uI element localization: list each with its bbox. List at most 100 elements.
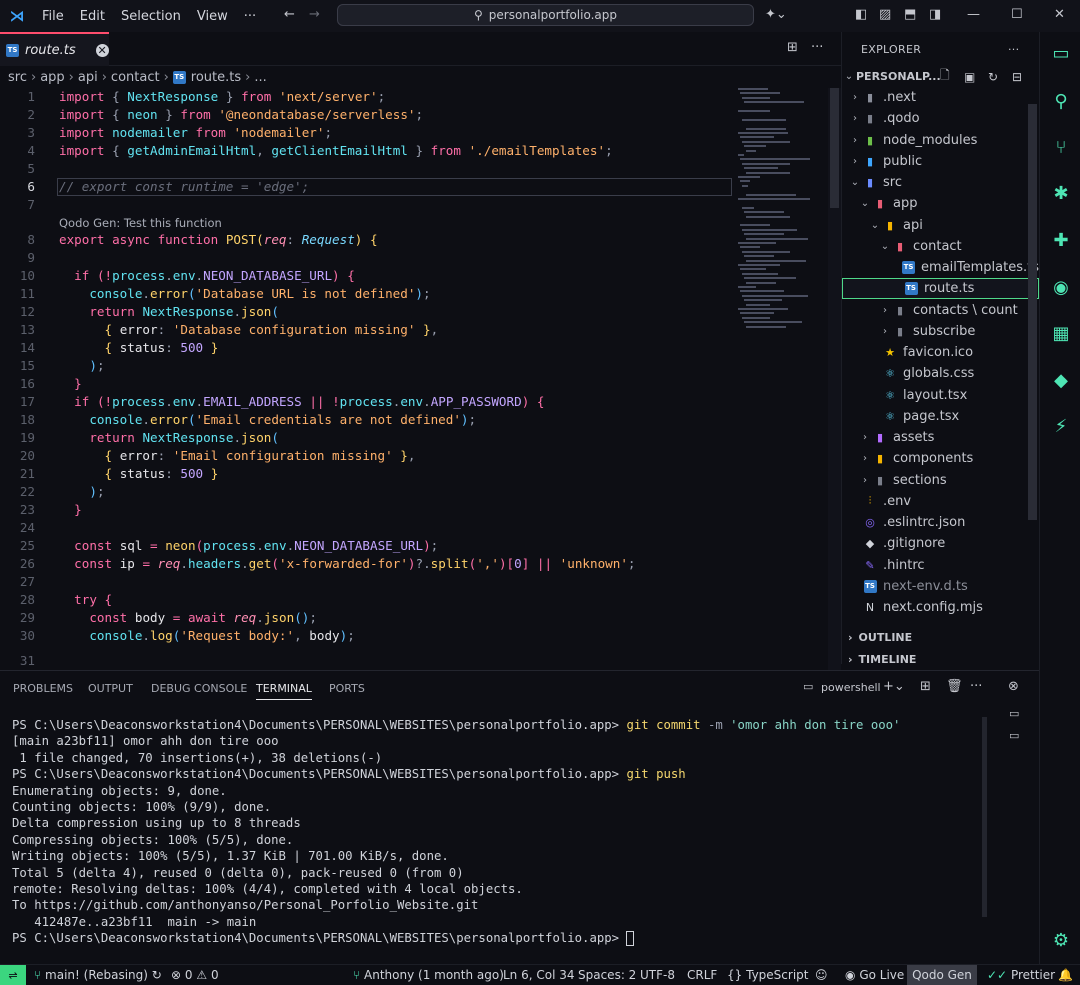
breadcrumb-api[interactable]: api (78, 70, 98, 85)
lightning-icon[interactable]: ⚡ (1048, 413, 1074, 439)
minimap[interactable] (738, 88, 828, 338)
refresh-icon[interactable]: ↻ (988, 70, 998, 84)
settings-gear-icon[interactable]: ⚙ (1048, 927, 1074, 953)
tree-folder-contact[interactable]: ⌄ ▮ contact (842, 236, 1039, 257)
toggle-secondary-sidebar-icon[interactable]: ◨ (929, 7, 941, 22)
tree-file-page-tsx[interactable]: ⚛ page.tsx (842, 406, 1039, 427)
new-terminal-icon[interactable]: +⌄ (883, 679, 905, 694)
outline-section[interactable]: › OUTLINE (842, 627, 1039, 648)
remote-indicator-icon[interactable]: ⇌ (0, 965, 26, 985)
tab-terminal[interactable]: TERMINAL (256, 682, 312, 700)
collapse-all-icon[interactable]: ⊟ (1012, 70, 1022, 84)
breadcrumb-src[interactable]: src (8, 70, 27, 85)
package-icon[interactable]: ▦ (1048, 320, 1074, 346)
notifications-bell-icon[interactable]: 🔔 (1058, 968, 1073, 982)
tree-folder-sections[interactable]: › ▮ sections (842, 470, 1039, 491)
qodo-gen-button[interactable]: Qodo Gen (907, 965, 977, 985)
terminal-output[interactable]: PS C:\Users\Deaconsworkstation4\Document… (12, 717, 900, 947)
chat-icon[interactable]: ◉ (1048, 274, 1074, 300)
terminal-scrollbar[interactable] (982, 717, 987, 917)
tree-folder-src[interactable]: ⌄ ▮ src (842, 172, 1039, 193)
tree-file--gitignore[interactable]: ◆ .gitignore (842, 533, 1039, 554)
tree-folder-public[interactable]: › ▮ public (842, 151, 1039, 172)
tree-file-next-config-mjs[interactable]: Nnext.config.mjs (842, 597, 1039, 618)
tree-file-globals-css[interactable]: ⚛ globals.css (842, 363, 1039, 384)
split-terminal-icon[interactable]: ⊞ (920, 679, 931, 694)
close-window-icon[interactable]: ✕ (1054, 7, 1065, 22)
tab-problems[interactable]: PROBLEMS (13, 682, 73, 695)
indentation[interactable]: Spaces: 2 (578, 968, 636, 982)
tab-output[interactable]: OUTPUT (88, 682, 133, 695)
tree-file-favicon-ico[interactable]: ★ favicon.ico (842, 342, 1039, 363)
tree-folder-node-modules[interactable]: › ▮ node_modules (842, 130, 1039, 151)
trash-icon[interactable]: 🗑 (946, 679, 963, 694)
git-blame[interactable]: ⑂ Anthony (1 month ago) (353, 968, 504, 982)
tree-file--eslintrc-json[interactable]: ◎ .eslintrc.json (842, 512, 1039, 533)
close-tab-icon[interactable]: ✕ (95, 43, 109, 57)
tab-debug-console[interactable]: DEBUG CONSOLE (151, 682, 247, 695)
new-file-icon[interactable]: 🗋 (940, 66, 950, 87)
maximize-icon[interactable]: ☐ (1011, 7, 1023, 22)
back-arrow-icon[interactable]: ← (284, 7, 295, 22)
menu-file[interactable]: File (34, 9, 72, 24)
menu-edit[interactable]: Edit (72, 9, 113, 24)
encoding[interactable]: UTF-8 (640, 968, 675, 982)
tree-folder-subscribe[interactable]: › ▮ subscribe (842, 321, 1039, 342)
end-of-line[interactable]: CRLF (687, 968, 717, 982)
minimize-icon[interactable]: — (967, 7, 980, 22)
tree-file--hintrc[interactable]: ✎ .hintrc (842, 555, 1039, 576)
remote-explorer-icon[interactable]: ◆ (1048, 367, 1074, 393)
tree-folder-assets[interactable]: › ▮ assets (842, 427, 1039, 448)
problems-indicator[interactable]: ⊗ 0 ⚠ 0 (171, 968, 219, 982)
tree-folder-components[interactable]: › ▮ components (842, 448, 1039, 469)
explorer-more-icon[interactable]: ··· (1008, 43, 1019, 56)
sync-icon[interactable]: ↻ (152, 968, 162, 982)
editor-scrollbar[interactable] (828, 88, 841, 670)
split-editor-icon[interactable]: ⊞ (787, 40, 798, 55)
tab-ports[interactable]: PORTS (329, 682, 365, 695)
extensions-icon[interactable]: ✚ (1048, 227, 1074, 253)
workspace-root[interactable]: ⌄ PERSONALP... 🗋 ▣ ↻ ⊟ (842, 66, 1039, 87)
menu-view[interactable]: View (189, 9, 236, 24)
tree-file-emailtemplates-ts[interactable]: TS emailTemplates.ts (842, 257, 1039, 278)
tree-folder--qodo[interactable]: › ▮ .qodo (842, 108, 1039, 129)
menu-more[interactable]: ··· (236, 9, 264, 24)
explorer-icon[interactable]: ▭ (1048, 40, 1074, 66)
breadcrumb-file[interactable]: route.ts (191, 70, 241, 85)
terminal-instance-icon[interactable]: ▭ (1009, 707, 1019, 720)
language-mode[interactable]: {} TypeScript (727, 968, 808, 982)
breadcrumb-symbol[interactable]: ... (254, 70, 266, 85)
timeline-section[interactable]: › TIMELINE (842, 649, 1039, 670)
tree-folder-app[interactable]: ⌄ ▮ app (842, 193, 1039, 214)
toggle-panel-icon[interactable]: ⬒ (904, 7, 916, 22)
tree-folder--next[interactable]: › ▮ .next (842, 87, 1039, 108)
codelens-qodo[interactable]: Qodo Gen: Test this function (59, 216, 222, 230)
branch-indicator[interactable]: ⑂ main! (Rebasing) ↻ (34, 968, 162, 982)
forward-arrow-icon[interactable]: → (309, 7, 320, 22)
copilot-status-icon[interactable]: ☺ (815, 968, 828, 982)
tree-file--env[interactable]: ⫶ .env (842, 491, 1039, 512)
sidebar-scrollbar[interactable] (1028, 104, 1037, 520)
search-icon[interactable]: ⚲ (1048, 88, 1074, 114)
cursor-position[interactable]: Ln 6, Col 34 (503, 968, 575, 982)
menu-selection[interactable]: Selection (113, 9, 189, 24)
breadcrumb-app[interactable]: app (40, 70, 64, 85)
scrollbar-thumb[interactable] (830, 88, 839, 208)
close-panel-icon[interactable]: ⊗ (1008, 679, 1019, 694)
tree-file-layout-tsx[interactable]: ⚛ layout.tsx (842, 385, 1039, 406)
toggle-panel-off-icon[interactable]: ▨ (879, 7, 891, 22)
copilot-icon[interactable]: ✦⌄ (765, 7, 787, 22)
tree-folder-api[interactable]: ⌄ ▮ api (842, 215, 1039, 236)
tree-folder-contacts-count[interactable]: › ▮ contacts \ count (842, 300, 1039, 321)
command-center-search[interactable]: ⚲ personalportfolio.app (337, 4, 754, 26)
shell-label[interactable]: powershell (821, 681, 881, 694)
prettier-button[interactable]: ✓✓ Prettier (987, 968, 1055, 982)
source-control-icon[interactable]: ⑂ (1048, 134, 1074, 160)
terminal-instance-icon[interactable]: ▭ (1009, 729, 1019, 742)
panel-more-icon[interactable]: ··· (970, 679, 982, 694)
more-actions-icon[interactable]: ··· (811, 40, 823, 55)
tree-file-next-env-d-ts[interactable]: TS next-env.d.ts (842, 576, 1039, 597)
toggle-sidebar-icon[interactable]: ◧ (855, 7, 867, 22)
new-folder-icon[interactable]: ▣ (964, 70, 975, 84)
tree-file-route-ts[interactable]: TS route.ts (842, 278, 1039, 300)
